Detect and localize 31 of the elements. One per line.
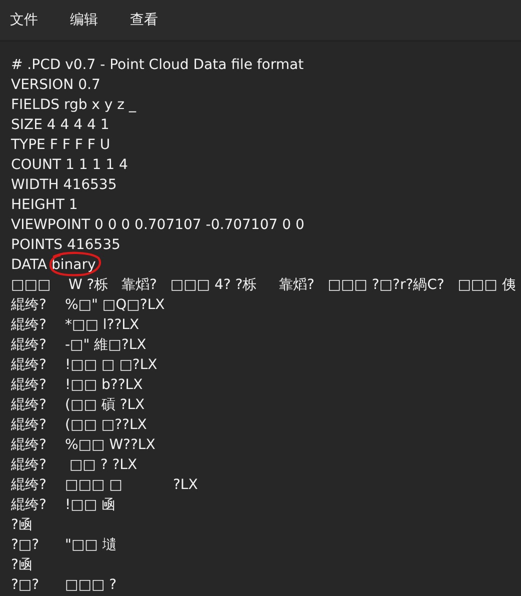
text-line: 緄绔? !□□ 凾 xyxy=(11,496,117,515)
menu-item[interactable]: 编辑 xyxy=(64,5,104,35)
text-line: ?□? □□□ ? xyxy=(11,576,118,595)
text-line: SIZE 4 4 4 4 1 xyxy=(11,116,110,135)
text-line: VIEWPOINT 0 0 0 0.707107 -0.707107 0 0 xyxy=(11,216,306,235)
text-line: VERSION 0.7 xyxy=(11,76,102,95)
text-line: DATA xyxy=(11,257,48,273)
text-line: 緄绔? !□□ □ □?LX xyxy=(11,356,158,375)
text-line: COUNT 1 1 1 1 4 xyxy=(11,156,129,175)
text-line: HEIGHT 1 xyxy=(11,196,79,215)
text-line: □□□ W ?栎 靠熖? □□□ 4? ?栎 靠熖? □□□ ?□?r?緺C? □□□ 侇 xyxy=(11,276,517,295)
menu-item[interactable]: 文件 xyxy=(4,5,44,35)
text-line: 緄绔? !□□ b??LX xyxy=(11,376,144,395)
text-line: 緄绔? *□□ l??LX xyxy=(11,316,140,335)
menu-item[interactable]: 查看 xyxy=(124,5,164,35)
text-line: ?凾 xyxy=(11,556,34,575)
text-line: 緄绔? (□□ □??LX xyxy=(11,416,148,435)
text-line: WIDTH 416535 xyxy=(11,176,118,195)
text-line: 緄绔? -□" 維□?LX xyxy=(11,336,148,355)
text-line: 緄绔? □□□ □ ?LX xyxy=(11,476,199,495)
text-line: POINTS 416535 xyxy=(11,236,122,255)
text-line: TYPE F F F F U xyxy=(11,136,112,155)
text-line: ?□? "□□ 壝 xyxy=(11,536,118,555)
text-line: 緄绔? □□ ? ?LX xyxy=(11,456,138,475)
text-line: 緄绔? %□□ W??LX xyxy=(11,436,156,455)
text-line: 緄绔? %□" □Q□?LX xyxy=(11,296,166,315)
text-line: # .PCD v0.7 - Point Cloud Data file format xyxy=(11,56,305,75)
text-line: 緄绔? (□□ 碽 ?LX xyxy=(11,396,146,415)
text-line: binary xyxy=(52,257,96,273)
text-line: FIELDS rgb x y z _ xyxy=(11,96,138,115)
text-line: ?凾 xyxy=(11,516,34,535)
